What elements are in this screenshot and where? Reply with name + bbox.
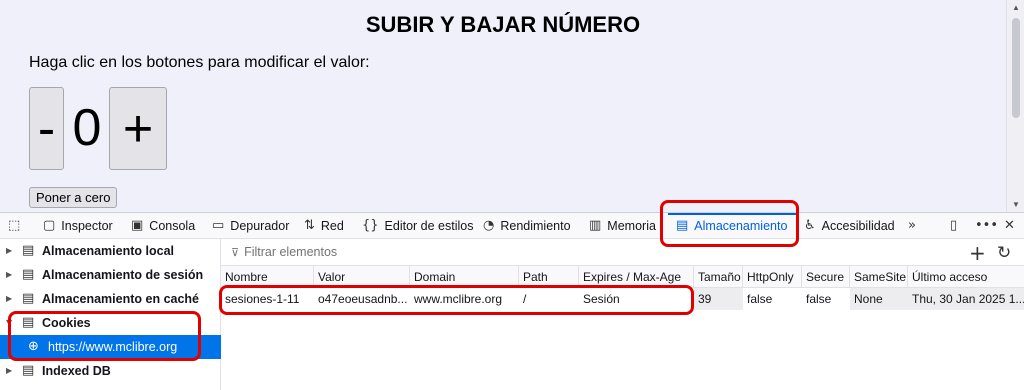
memory-icon: ▥ [589, 218, 602, 233]
cookie-row-highlight [219, 285, 694, 315]
tab-label: Consola [149, 219, 196, 233]
column-header[interactable]: SameSite [850, 266, 908, 288]
dock-button[interactable]: ▯ [950, 213, 957, 239]
sidebar-item-indexeddb[interactable]: ▶ ▤ Indexed DB [0, 359, 221, 383]
accessibility-icon: ♿ [804, 218, 816, 233]
cookie-secure-cell[interactable]: false [802, 288, 850, 310]
page-title: SUBIR Y BAJAR NÚMERO [365, 12, 641, 37]
database-icon: ▤ [22, 363, 35, 378]
cookie-size-cell[interactable]: 39 [694, 288, 743, 310]
tab-inspector[interactable]: ▢ Inspector [43, 213, 113, 239]
expand-arrow-icon[interactable]: ▶ [6, 287, 16, 311]
expand-arrow-icon[interactable]: ▶ [6, 239, 16, 263]
tab-style-editor[interactable]: {} Editor de estilos [362, 213, 473, 239]
tab-label: Accesibilidad [821, 219, 895, 233]
add-item-icon[interactable]: + [969, 241, 986, 265]
database-icon: ▤ [22, 243, 35, 258]
chevron-double-right-icon: » [908, 218, 916, 233]
filter-icon: ⊽ [231, 245, 240, 259]
cookies-highlight [8, 311, 201, 361]
filter-input[interactable]: ⊽ Filtrar elementos [231, 245, 337, 259]
performance-icon: ◔ [483, 218, 495, 233]
sidebar-item-session-storage[interactable]: ▶ ▤ Almacenamiento de sesión [0, 263, 221, 287]
tab-label: Inspector [61, 219, 113, 233]
filter-placeholder: Filtrar elementos [244, 245, 338, 259]
database-icon: ▤ [22, 267, 35, 282]
element-picker-button[interactable]: ⬚ [8, 213, 20, 239]
tab-label: Editor de estilos [384, 219, 474, 233]
scroll-up-icon[interactable]: ▲ [1012, 3, 1020, 12]
column-header[interactable]: HttpOnly [743, 266, 802, 288]
sidebar-item-label: Almacenamiento local [42, 244, 174, 258]
tab-label: Memoria [607, 219, 656, 233]
more-options-icon: ••• [975, 218, 999, 233]
devtools-toolbar: ⬚ ▢ Inspector ▣ Consola ▭ Depurador ⇅ Red {}… [0, 212, 1024, 239]
inspector-icon: ▢ [43, 218, 56, 233]
network-icon: ⇅ [304, 218, 315, 233]
cookie-httponly-cell[interactable]: false [743, 288, 802, 310]
expand-arrow-icon[interactable]: ▶ [6, 359, 16, 383]
expand-arrow-icon[interactable]: ▶ [6, 263, 16, 287]
column-header[interactable]: Tamaño [694, 266, 743, 288]
decrement-button[interactable]: - [29, 87, 64, 170]
sidebar-item-label: Indexed DB [42, 364, 111, 378]
column-header[interactable]: Último acceso [908, 266, 1024, 288]
tab-network[interactable]: ⇅ Red [304, 213, 344, 239]
cookie-samesite-cell[interactable]: None [850, 288, 908, 310]
debugger-icon: ▭ [212, 218, 225, 233]
filter-bar: ⊽ Filtrar elementos + ↻ [221, 239, 1024, 266]
web-page: SUBIR Y BAJAR NÚMERO Haga clic en los bo… [0, 0, 1024, 212]
refresh-icon[interactable]: ↻ [997, 243, 1011, 263]
style-editor-icon: {} [362, 218, 379, 233]
tab-memory[interactable]: ▥ Memoria [589, 213, 656, 239]
scroll-down-icon[interactable]: ▼ [1012, 200, 1020, 209]
picker-icon: ⬚ [8, 218, 21, 233]
options-button[interactable]: ••• [975, 213, 998, 239]
sidebar-item-cache-storage[interactable]: ▶ ▤ Almacenamiento en caché [0, 287, 221, 311]
more-tabs-button[interactable]: » [908, 213, 916, 239]
sidebar-item-local-storage[interactable]: ▶ ▤ Almacenamiento local [0, 239, 221, 263]
console-icon: ▣ [131, 218, 144, 233]
tab-performance[interactable]: ◔ Rendimiento [483, 213, 571, 239]
page-scrollbar[interactable]: ▲ ▼ [1006, 0, 1024, 212]
tab-console[interactable]: ▣ Consola [131, 213, 195, 239]
tab-label: Rendimiento [500, 219, 571, 233]
close-icon: ✕ [1004, 218, 1015, 233]
database-icon: ▤ [22, 291, 35, 306]
reset-button[interactable]: Poner a cero [29, 187, 118, 208]
tab-label: Depurador [230, 219, 290, 233]
increment-button[interactable]: + [109, 87, 167, 170]
column-header[interactable]: Secure [802, 266, 850, 288]
close-devtools-button[interactable]: ✕ [1004, 213, 1015, 239]
tab-label: Red [320, 219, 344, 233]
tab-accessibility[interactable]: ♿ Accesibilidad [804, 213, 895, 239]
tab-debugger[interactable]: ▭ Depurador [212, 213, 289, 239]
scrollbar-thumb[interactable] [1012, 18, 1020, 118]
sidebar-item-label: Almacenamiento de sesión [42, 268, 204, 282]
sidebar-item-label: Almacenamiento en caché [42, 292, 200, 306]
cookie-last-access-cell[interactable]: Thu, 30 Jan 2025 1... [908, 288, 1024, 310]
instruction-text: Haga clic en los botones para modificar … [29, 54, 370, 71]
dock-icon: ▯ [950, 218, 958, 233]
number-value: 0 [72, 99, 102, 157]
